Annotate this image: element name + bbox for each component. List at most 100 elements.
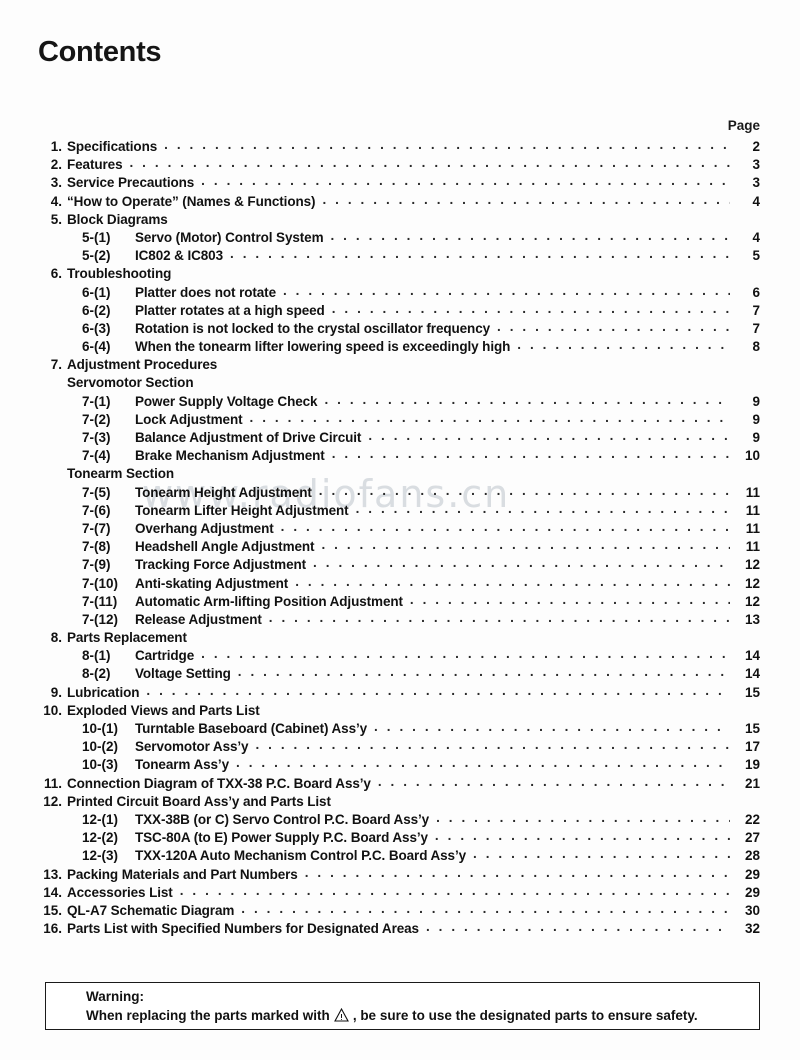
toc-item-label: When the tonearm lifter lowering speed i… <box>135 339 511 355</box>
toc-leader-dots: . . . . . . . . . . . . . . . . . . . . … <box>517 337 730 353</box>
toc-row[interactable]: 7. Adjustment Procedures <box>0 356 800 374</box>
toc-item-label: Connection Diagram of TXX-38 P.C. Board … <box>67 775 371 791</box>
toc-page-number: 7 <box>752 320 760 336</box>
toc-leader-dots: . . . . . . . . . . . . . . . . . . . . … <box>282 282 730 298</box>
toc-page-number: 10 <box>744 448 760 464</box>
toc-leader-dots: . . . . . . . . . . . . . . . . . . . . … <box>324 391 730 407</box>
toc-entry: “How to Operate” (Names & Functions) . . … <box>67 191 760 211</box>
toc-page-number: 3 <box>752 175 760 191</box>
toc-item-number: 2. <box>50 157 62 173</box>
toc-item-label: Service Precautions <box>67 175 195 191</box>
toc-leader-dots: . . . . . . . . . . . . . . . . . . . . … <box>201 173 730 189</box>
toc-item-label: Cartridge <box>135 648 195 664</box>
toc-leader-dots: . . . . . . . . . . . . . . . . . . . . … <box>313 555 730 571</box>
toc-row[interactable]: 6-(4) When the tonearm lifter lowering sp… <box>0 337 800 356</box>
toc-item-number: 12-(1) <box>82 811 119 827</box>
toc-leader-dots: . . . . . . . . . . . . . . . . . . . . … <box>318 482 730 498</box>
warning-text-before: When replacing the parts marked with <box>86 1008 330 1023</box>
page-column-header: Page <box>727 118 760 133</box>
toc-item-label: Servomotor Section <box>67 375 194 391</box>
toc-page-number: 15 <box>744 721 760 736</box>
toc-page-number: 28 <box>744 848 760 864</box>
toc-item-number: 8-(2) <box>82 666 111 682</box>
toc-entry: Brake Mechanism Adjustment . . . . . . . … <box>135 446 760 465</box>
toc-item-label: Tracking Force Adjustment <box>135 557 307 573</box>
toc-item-number: 7-(9) <box>82 557 111 573</box>
toc-item-number: 7-(8) <box>82 539 111 555</box>
toc-item-number: 6-(4) <box>82 339 111 355</box>
toc-entry: Release Adjustment . . . . . . . . . . . … <box>135 610 760 629</box>
toc-item-label: Tonearm Height Adjustment <box>135 484 312 500</box>
warning-text-after: , be sure to use the designated parts to… <box>352 1008 698 1023</box>
toc-entry: Parts List with Specified Numbers for De… <box>67 919 760 938</box>
toc-page-number: 9 <box>752 430 760 445</box>
toc-item-label: QL-A7 Schematic Diagram <box>67 902 235 918</box>
toc-leader-dots: . . . . . . . . . . . . . . . . . . . . … <box>331 300 730 316</box>
warning-title: Warning: <box>86 989 144 1004</box>
toc-leader-dots: . . . . . . . . . . . . . . . . . . . . … <box>436 809 730 825</box>
toc-item-label: “How to Operate” (Names & Functions) <box>67 193 316 209</box>
toc-leader-dots: . . . . . . . . . . . . . . . . . . . . … <box>230 246 730 262</box>
toc-item-number: 7-(11) <box>82 593 118 609</box>
toc-page-number: 12 <box>744 575 760 591</box>
toc-item-number: 6-(1) <box>82 284 111 300</box>
toc-entry: Parts Replacement <box>67 629 194 647</box>
toc-entry: Servomotor Section <box>67 374 200 392</box>
toc-page-number: 21 <box>744 775 760 791</box>
toc-item-label: Tonearm Ass’y <box>135 757 229 773</box>
toc-page-number: 13 <box>744 611 760 627</box>
toc-leader-dots: . . . . . . . . . . . . . . . . . . . . … <box>241 900 730 916</box>
toc-row[interactable]: 5-(2) IC802 & IC803 . . . . . . . . . . . … <box>0 246 800 265</box>
toc-page-number: 4 <box>752 193 760 209</box>
toc-item-number: 12. <box>43 793 62 809</box>
toc-item-number: 6-(2) <box>82 302 111 318</box>
toc-row[interactable]: 4. “How to Operate” (Names & Functions) . … <box>0 191 800 211</box>
toc-item-number: 7-(5) <box>82 484 111 500</box>
toc-item-number: 8. <box>50 630 62 646</box>
toc-item-number: 7-(6) <box>82 502 111 518</box>
toc-item-number: 4. <box>50 193 62 209</box>
toc-page-number: 12 <box>744 593 760 609</box>
toc-item-label: Brake Mechanism Adjustment <box>135 448 325 464</box>
toc-leader-dots: . . . . . . . . . . . . . . . . . . . . … <box>236 755 730 771</box>
toc-item-number: 10-(2) <box>82 739 119 755</box>
toc-item-label: Accessories List <box>67 884 173 900</box>
toc-leader-dots: . . . . . . . . . . . . . . . . . . . . … <box>237 664 730 680</box>
toc-page-number: 22 <box>744 811 760 827</box>
toc-page-number: 29 <box>744 884 760 900</box>
toc-page-number: 19 <box>744 757 760 773</box>
toc-item-number: 7-(7) <box>82 520 111 536</box>
toc-row[interactable]: 9. Lubrication . . . . . . . . . . . . . .… <box>0 683 800 702</box>
toc-entry: Lubrication . . . . . . . . . . . . . . .… <box>67 683 760 702</box>
toc-leader-dots: . . . . . . . . . . . . . . . . . . . . … <box>374 719 730 734</box>
toc-entry: Adjustment Procedures <box>67 356 224 374</box>
toc-item-label: Lubrication <box>67 684 140 700</box>
toc-entry: Block Diagrams <box>67 211 175 229</box>
toc-item-number: 10-(1) <box>82 721 119 736</box>
toc-page-number: 27 <box>744 830 760 846</box>
toc-leader-dots: . . . . . . . . . . . . . . . . . . . . … <box>322 191 730 207</box>
toc-item-label: Rotation is not locked to the crystal os… <box>135 320 491 336</box>
toc-entry: Connection Diagram of TXX-38 P.C. Board … <box>67 774 760 793</box>
toc-item-label: Exploded Views and Parts List <box>67 702 260 718</box>
toc-leader-dots: . . . . . . . . . . . . . . . . . . . . … <box>473 846 730 862</box>
toc-page-number: 32 <box>744 921 760 937</box>
toc-row[interactable]: 11. Connection Diagram of TXX-38 P.C. Boa… <box>0 774 800 793</box>
toc-row[interactable]: 7-(12) Release Adjustment . . . . . . . . … <box>0 610 800 629</box>
toc-item-label: IC802 & IC803 <box>135 248 223 264</box>
toc-entry: Exploded Views and Parts List <box>67 702 267 720</box>
toc-leader-dots: . . . . . . . . . . . . . . . . . . . . … <box>129 155 730 171</box>
toc-page-number: 3 <box>752 157 760 173</box>
toc-row[interactable]: 7-(4) Brake Mechanism Adjustment . . . . .… <box>0 446 800 465</box>
toc-page-number: 30 <box>744 902 760 918</box>
toc-leader-dots: . . . . . . . . . . . . . . . . . . . . … <box>201 646 730 662</box>
toc-item-label: Overhang Adjustment <box>135 520 274 536</box>
toc-page-number: 11 <box>745 539 760 555</box>
toc-leader-dots: . . . . . . . . . . . . . . . . . . . . … <box>434 828 730 844</box>
toc-leader-dots: . . . . . . . . . . . . . . . . . . . . … <box>255 737 730 753</box>
toc-page-number: 12 <box>744 557 760 573</box>
document-page: www.radiofans.cn Contents Page 1. Specifi… <box>0 0 800 1060</box>
toc-row[interactable]: 16. Parts List with Specified Numbers for… <box>0 919 800 938</box>
toc-leader-dots: . . . . . . . . . . . . . . . . . . . . … <box>409 591 730 607</box>
toc-leader-dots: . . . . . . . . . . . . . . . . . . . . … <box>249 409 730 425</box>
